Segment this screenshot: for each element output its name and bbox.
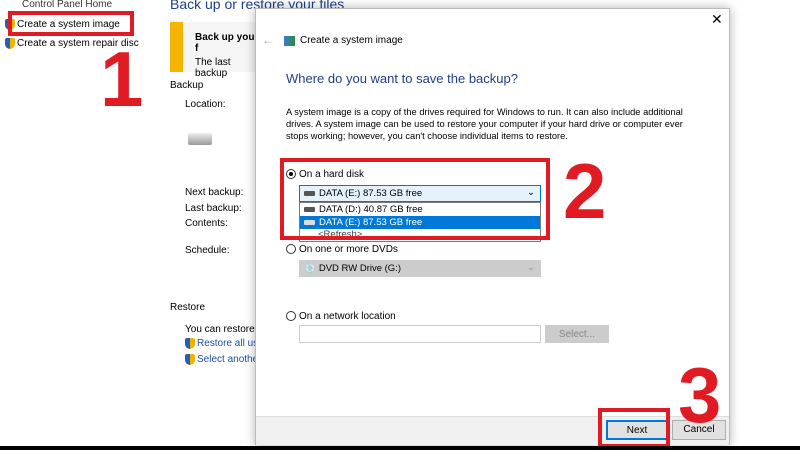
system-image-icon bbox=[284, 36, 295, 46]
radio-indicator bbox=[286, 244, 296, 255]
schedule-label: Schedule: bbox=[185, 245, 230, 256]
location-label: Location: bbox=[185, 99, 226, 110]
last-backup-label: Last backup: bbox=[185, 203, 242, 214]
network-location-input[interactable] bbox=[299, 325, 541, 343]
chevron-down-icon: ⌄ bbox=[527, 262, 535, 273]
annotation-step-3: 3 bbox=[678, 351, 722, 439]
control-panel-home-link[interactable]: Control Panel Home bbox=[22, 0, 112, 10]
dvd-select[interactable]: 💿 DVD RW Drive (G:) ⌄ bbox=[299, 260, 541, 277]
backup-section-label: Backup bbox=[170, 80, 204, 91]
bottom-bar bbox=[0, 446, 800, 450]
banner-title: Back up your f bbox=[195, 32, 259, 54]
close-icon[interactable]: ✕ bbox=[711, 11, 723, 28]
dialog-title: Create a system image bbox=[300, 35, 403, 46]
dialog-heading: Where do you want to save the backup? bbox=[286, 71, 518, 86]
shield-icon bbox=[185, 338, 195, 349]
network-radio[interactable]: On a network location bbox=[286, 311, 396, 322]
radio-indicator bbox=[286, 311, 296, 322]
annotation-step-1: 1 bbox=[100, 35, 144, 123]
shield-icon bbox=[5, 38, 15, 49]
annotation-box-1 bbox=[8, 11, 134, 36]
annotation-step-2: 2 bbox=[563, 147, 607, 235]
next-backup-label: Next backup: bbox=[185, 187, 244, 198]
radio-label: On a network location bbox=[299, 311, 396, 322]
link-label: Select another bbox=[197, 354, 262, 366]
annotation-box-3 bbox=[598, 408, 670, 448]
shield-icon bbox=[185, 354, 195, 365]
dvd-drive-icon: 💿 bbox=[304, 263, 316, 274]
radio-label: On one or more DVDs bbox=[299, 244, 398, 255]
contents-label: Contents: bbox=[185, 218, 228, 229]
backup-banner: Back up your f The last backup bbox=[170, 22, 260, 79]
drive-icon bbox=[188, 133, 212, 145]
annotation-box-2 bbox=[280, 158, 550, 240]
back-arrow-icon[interactable]: ← bbox=[262, 33, 274, 47]
banner-text: The last backup bbox=[195, 57, 231, 79]
select-another-link[interactable]: Select another bbox=[185, 354, 262, 365]
select-button[interactable]: Select... bbox=[545, 325, 609, 343]
dialog-description: A system image is a copy of the drives r… bbox=[286, 107, 683, 141]
dvd-radio[interactable]: On one or more DVDs bbox=[286, 244, 398, 255]
restore-section-label: Restore bbox=[170, 302, 206, 313]
selected-value: DVD RW Drive (G:) bbox=[318, 263, 401, 274]
